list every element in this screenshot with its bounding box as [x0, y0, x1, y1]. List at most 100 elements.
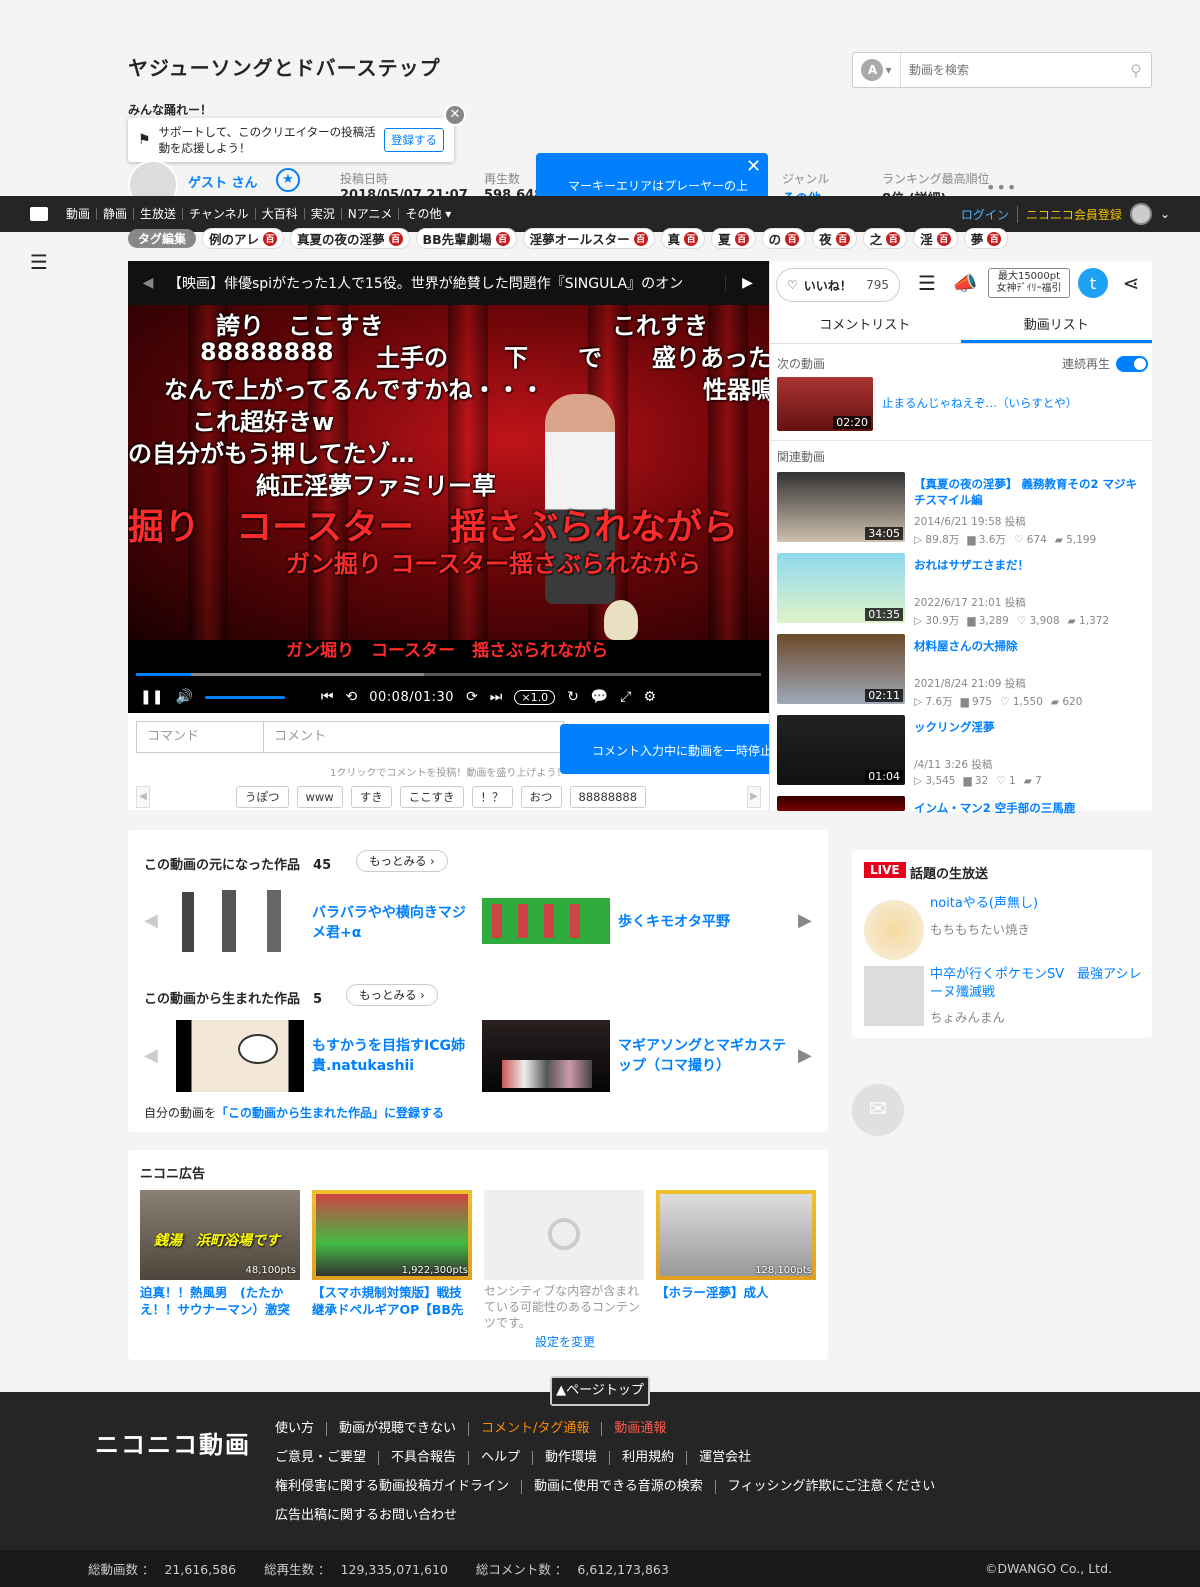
tag-item[interactable]: 之百	[862, 228, 908, 249]
ad-title-3[interactable]: 【ホラー淫夢】成人	[656, 1284, 816, 1301]
prev-icon[interactable]: ⏮	[321, 689, 334, 705]
dic-icon[interactable]: 百	[684, 231, 699, 246]
comment-toggle-icon[interactable]: 💬	[591, 689, 608, 705]
child-title-0[interactable]: もすかうを目指すICG姉貴.natukashii	[312, 1036, 472, 1076]
tag-edit-button[interactable]: タグ編集	[128, 229, 197, 248]
footer-link[interactable]: ご意見・ご要望	[275, 1451, 378, 1465]
ad-card-2[interactable]	[484, 1190, 644, 1280]
quick-comment-button[interactable]: すき	[350, 786, 392, 808]
dic-icon[interactable]: 百	[263, 231, 278, 246]
dic-icon[interactable]: 百	[987, 231, 1002, 246]
search-box[interactable]: A▾ ⚲	[852, 52, 1152, 88]
ad-card-1[interactable]: 1,922,300pts	[312, 1190, 472, 1280]
marquee-prev-icon[interactable]: ◀	[128, 275, 168, 291]
marquee-title[interactable]: 【映画】俳優spiがたった1人で15役。世界が絶賛した問題作『SINGULA』の…	[168, 273, 725, 293]
live-thumb-1[interactable]	[864, 966, 924, 1026]
child-thumb-1[interactable]	[482, 1020, 610, 1092]
forward-10-icon[interactable]: ⟳	[466, 689, 478, 705]
next-video-thumbnail[interactable]: 02:20	[777, 377, 873, 431]
dic-icon[interactable]: 百	[835, 231, 850, 246]
tag-item[interactable]: 夜百	[812, 228, 857, 249]
live-title-0[interactable]: noitaやる(声無し)	[930, 895, 1038, 913]
menu-icon[interactable]: ☰	[30, 250, 48, 274]
nav-item-jikkyo[interactable]: 実況	[305, 208, 342, 220]
quick-comment-button[interactable]: 88888888	[569, 786, 647, 808]
footer-link[interactable]: 動画に使用できる音源の検索	[521, 1480, 715, 1494]
footer-link[interactable]: コメント/タグ通報	[468, 1422, 601, 1436]
live-title-1[interactable]: 中卒が行くポケモンSV 最強アシレーヌ殲滅戦	[930, 966, 1145, 1002]
tag-item[interactable]: BB先輩劇場百	[415, 228, 517, 249]
related-title[interactable]: おれはサザエさまだ！	[914, 557, 1144, 573]
footer-link[interactable]: 動画通報	[601, 1422, 678, 1436]
niconico-tv-icon[interactable]	[30, 207, 48, 221]
related-title[interactable]: 【真夏の夜の淫夢】 義務教育その2 マジキチスマイル編	[914, 476, 1144, 508]
speed-button[interactable]: ×1.0	[514, 689, 556, 705]
loop-icon[interactable]: ↻	[567, 689, 579, 705]
nav-item-other[interactable]: その他 ▾	[399, 208, 457, 220]
related-thumbnail[interactable]: 01:04	[777, 715, 905, 785]
nav-item-channel[interactable]: チャンネル	[183, 208, 256, 220]
quick-prev-icon[interactable]: ◀	[136, 786, 150, 808]
close-icon[interactable]: ✕	[444, 104, 466, 126]
related-title[interactable]: 材料屋さんの大掃除	[914, 638, 1144, 654]
parent-next-icon[interactable]: ▶	[798, 910, 812, 931]
share-icon[interactable]: ⋖	[1116, 268, 1146, 298]
mail-icon[interactable]: ✉	[852, 1084, 904, 1136]
parent-prev-icon[interactable]: ◀	[144, 910, 158, 931]
tab-comment-list[interactable]: コメントリスト	[769, 310, 961, 343]
settings-gear-icon[interactable]: ⚙	[644, 689, 657, 705]
tag-label[interactable]: の	[769, 229, 782, 248]
parent-title-1[interactable]: 歩くキモオタ平野	[618, 912, 730, 932]
ad-card-3[interactable]: 128,100pts	[656, 1190, 816, 1280]
related-thumbnail[interactable]: 02:11	[777, 634, 905, 704]
footer-link[interactable]: フィッシング詐欺にご注意ください	[714, 1480, 947, 1494]
support-register-button[interactable]: 登録する	[384, 128, 444, 152]
parent-thumb-0[interactable]	[172, 886, 300, 958]
live-thumb-0[interactable]	[864, 900, 924, 960]
parent-more-button[interactable]: もっとみる ›	[356, 850, 448, 872]
footer-link[interactable]: 動画が視聴できない	[326, 1422, 468, 1436]
dic-icon[interactable]: 百	[495, 231, 510, 246]
close-icon[interactable]: ✕	[746, 156, 761, 177]
guest-name[interactable]: ゲスト さん	[188, 172, 258, 191]
login-link[interactable]: ログイン	[961, 206, 1009, 223]
footer-link[interactable]: 運営会社	[686, 1451, 763, 1465]
nav-item-video[interactable]: 動画	[60, 208, 98, 220]
parent-thumb-1[interactable]	[482, 898, 610, 944]
search-icon[interactable]: ⚲	[1121, 61, 1151, 80]
marquee-next-icon[interactable]: ▶	[725, 275, 769, 291]
tag-label[interactable]: 夜	[819, 229, 832, 248]
tag-item[interactable]: 真百	[660, 228, 706, 249]
related-thumbnail[interactable]: 01:35	[777, 553, 905, 623]
page-top-button[interactable]: ▲ページトップ	[550, 1376, 650, 1406]
volume-slider[interactable]	[204, 695, 285, 699]
tag-item[interactable]: の百	[761, 228, 807, 249]
quick-comment-button[interactable]: おつ	[520, 786, 562, 808]
tag-label[interactable]: 夢	[971, 229, 984, 248]
advertise-megaphone-icon[interactable]: 📣	[950, 268, 980, 298]
command-input[interactable]: コマンド	[136, 721, 264, 753]
quick-next-icon[interactable]: ▶	[747, 786, 761, 808]
nav-item-dic[interactable]: 大百科	[256, 208, 305, 220]
related-title[interactable]: ックリング淫夢	[914, 719, 1144, 735]
tag-label[interactable]: 例のアレ	[209, 229, 259, 248]
nav-item-nanime[interactable]: Nアニメ	[342, 208, 400, 220]
tag-label[interactable]: 淫	[920, 229, 933, 248]
volume-icon[interactable]: 🔊	[175, 689, 192, 705]
next-icon[interactable]: ⏭	[490, 689, 503, 705]
footer-link[interactable]: 利用規約	[609, 1451, 686, 1465]
tag-label[interactable]: 之	[870, 229, 883, 248]
pause-icon[interactable]: ❚❚	[140, 689, 163, 705]
dic-icon[interactable]: 百	[886, 231, 901, 246]
quick-comment-button[interactable]: ！？	[471, 786, 513, 808]
nav-item-live[interactable]: 生放送	[134, 208, 184, 220]
autoplay-switch[interactable]	[1116, 355, 1149, 372]
sensitive-settings-link[interactable]: 設定を変更	[535, 1333, 595, 1350]
dic-icon[interactable]: 百	[734, 231, 749, 246]
twitter-icon[interactable]: t	[1078, 268, 1108, 298]
related-thumbnail[interactable]	[777, 796, 905, 811]
ad-card-0[interactable]: 銭湯 浜町浴場です 48,100pts	[140, 1190, 300, 1280]
dic-icon[interactable]: 百	[936, 231, 951, 246]
child-next-icon[interactable]: ▶	[798, 1045, 812, 1066]
tag-item[interactable]: 夢百	[963, 228, 1009, 249]
